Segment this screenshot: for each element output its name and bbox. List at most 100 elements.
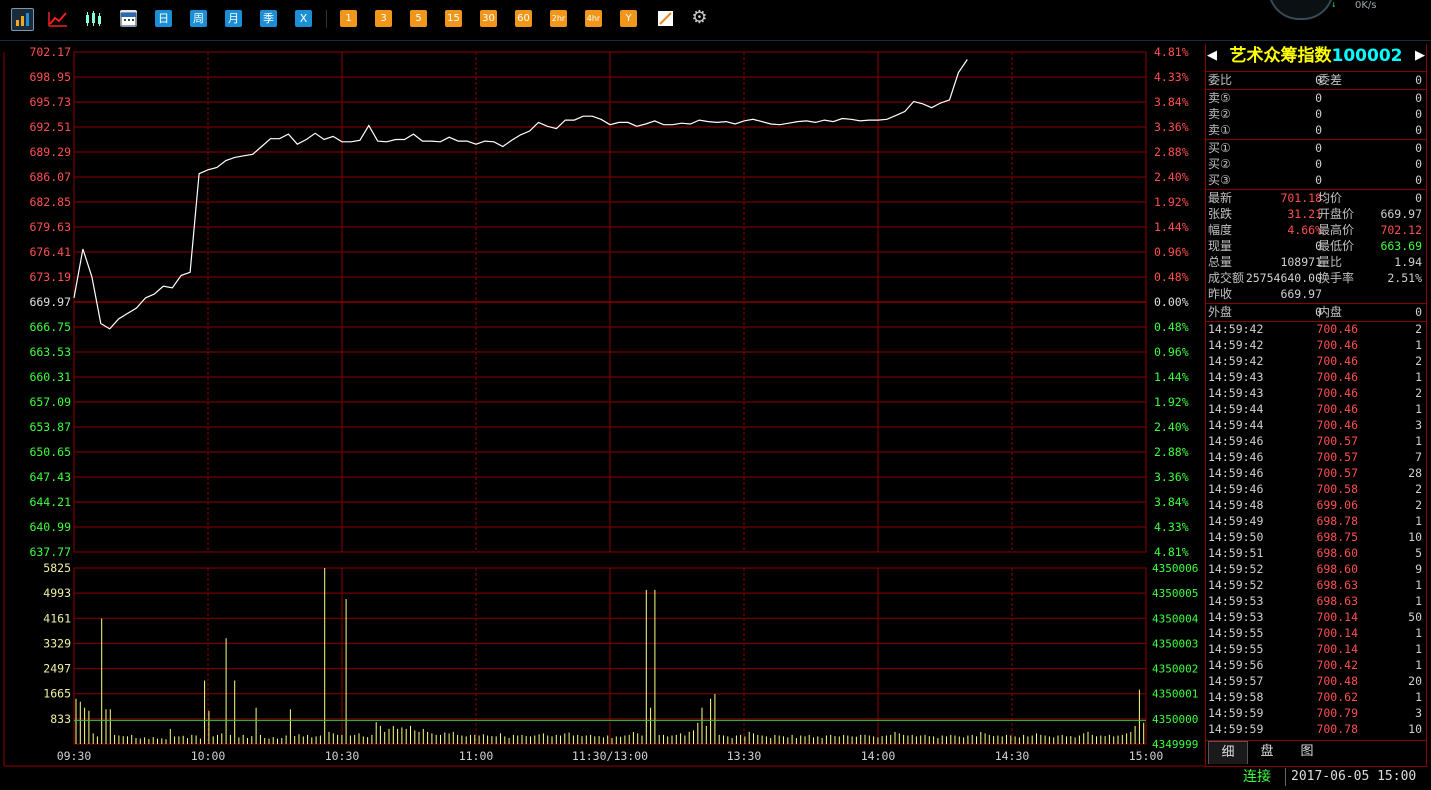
tick-volume: 1 bbox=[1415, 658, 1422, 672]
time-axis-label: 09:30 bbox=[57, 749, 92, 763]
weibi-value: 0 bbox=[1315, 73, 1322, 87]
tick-volume: 5 bbox=[1415, 546, 1422, 560]
draw-line-icon[interactable] bbox=[657, 10, 674, 27]
pct-tick-label: 0.00% bbox=[1154, 295, 1189, 309]
tick-price: 700.46 bbox=[1316, 370, 1358, 384]
period-month-button[interactable]: 月 bbox=[225, 10, 242, 27]
network-speed-label: 0K/s bbox=[1355, 0, 1377, 11]
network-speed-gauge bbox=[1268, 0, 1334, 20]
tab-chart[interactable]: 图 bbox=[1288, 741, 1326, 763]
pct-tick-label: 1.44% bbox=[1154, 220, 1189, 234]
weibi-label: 委比 bbox=[1208, 73, 1233, 87]
tick-price: 700.79 bbox=[1316, 706, 1358, 720]
tick-price: 698.60 bbox=[1316, 546, 1358, 560]
tick-price: 700.46 bbox=[1316, 386, 1358, 400]
year-button[interactable]: Y bbox=[620, 10, 637, 27]
stat-value: 25754640.00 bbox=[1245, 271, 1322, 285]
pct-tick-label: 0.96% bbox=[1154, 245, 1189, 259]
pct-tick-label: 4.33% bbox=[1154, 70, 1189, 84]
calendar-icon[interactable] bbox=[120, 10, 137, 27]
stat-value: 702.12 bbox=[1380, 223, 1422, 237]
pct-tick-label: 2.88% bbox=[1154, 445, 1189, 459]
tick-price: 700.14 bbox=[1316, 626, 1358, 640]
price-tick-label: 692.51 bbox=[29, 120, 71, 134]
price-tick-label: 660.31 bbox=[29, 370, 71, 384]
connection-status: 连接 bbox=[1243, 769, 1271, 785]
bar-chart-icon[interactable] bbox=[11, 8, 34, 31]
bid-price: 0 bbox=[1315, 141, 1322, 155]
tick-price: 700.48 bbox=[1316, 674, 1358, 688]
candlestick-icon[interactable] bbox=[84, 10, 104, 27]
price-tick-label: 686.07 bbox=[29, 170, 71, 184]
stat-value: 108971 bbox=[1280, 255, 1322, 269]
tick-price: 700.14 bbox=[1316, 610, 1358, 624]
tab-orderbook[interactable]: 盘 bbox=[1248, 741, 1286, 763]
bid-price: 0 bbox=[1315, 173, 1322, 187]
period-quarter-button[interactable]: 季 bbox=[260, 10, 277, 27]
time-axis-label: 10:30 bbox=[325, 749, 360, 763]
bid-level-label: 买③ bbox=[1208, 173, 1231, 187]
ask-price: 0 bbox=[1315, 123, 1322, 137]
price-tick-label: 666.75 bbox=[29, 320, 71, 334]
volume-right-tick-label: 4350000 bbox=[1152, 713, 1198, 726]
minute-3-button[interactable]: 3 bbox=[375, 10, 392, 27]
ask-level-label: 卖② bbox=[1208, 107, 1231, 121]
price-tick-label: 689.29 bbox=[29, 145, 71, 159]
tick-volume: 1 bbox=[1415, 434, 1422, 448]
bid-volume: 0 bbox=[1415, 157, 1422, 171]
bid-volume: 0 bbox=[1415, 141, 1422, 155]
hour-4-button[interactable]: 4hr bbox=[585, 10, 602, 27]
tick-volume: 2 bbox=[1415, 498, 1422, 512]
price-tick-label: 702.17 bbox=[29, 45, 71, 59]
stat-value: 1.94 bbox=[1394, 255, 1422, 269]
download-arrow-icon: ↓ bbox=[1331, 0, 1337, 10]
volume-right-tick-label: 4350003 bbox=[1152, 637, 1198, 650]
tick-volume: 1 bbox=[1415, 402, 1422, 416]
stat-value: 2.51% bbox=[1387, 271, 1422, 285]
price-tick-label: 657.09 bbox=[29, 395, 71, 409]
tick-volume: 2 bbox=[1415, 322, 1422, 336]
tick-price: 700.14 bbox=[1316, 642, 1358, 656]
minute-60-button[interactable]: 60 bbox=[515, 10, 532, 27]
pct-tick-label: 0.48% bbox=[1154, 270, 1189, 284]
minute-30-button[interactable]: 30 bbox=[480, 10, 497, 27]
pct-tick-label: 1.92% bbox=[1154, 395, 1189, 409]
time-axis-label: 11:30/13:00 bbox=[572, 749, 648, 763]
toolbar-divider bbox=[326, 10, 327, 28]
period-week-button[interactable]: 周 bbox=[190, 10, 207, 27]
tick-price: 700.57 bbox=[1316, 434, 1358, 448]
minute-5-button[interactable]: 5 bbox=[410, 10, 427, 27]
tick-price: 700.46 bbox=[1316, 418, 1358, 432]
tick-volume: 1 bbox=[1415, 514, 1422, 528]
line-chart-icon[interactable] bbox=[48, 10, 67, 27]
pct-tick-label: 2.88% bbox=[1154, 145, 1189, 159]
detail-tabs: 细 盘 图 bbox=[1206, 741, 1426, 765]
intraday-chart[interactable]: 702.17 4.81% 698.95 4.33% 695.73 3.84% 692.51 3… bbox=[0, 40, 1205, 770]
minute-1-button[interactable]: 1 bbox=[340, 10, 357, 27]
hour-2-button[interactable]: 2hr bbox=[550, 10, 567, 27]
bid-level-label: 买① bbox=[1208, 141, 1231, 155]
tick-volume: 1 bbox=[1415, 690, 1422, 704]
period-day-button[interactable]: 日 bbox=[155, 10, 172, 27]
tick-price: 700.46 bbox=[1316, 338, 1358, 352]
price-tick-label: 644.21 bbox=[29, 495, 71, 509]
gear-icon[interactable]: ⚙ bbox=[691, 9, 708, 27]
tick-price: 700.57 bbox=[1316, 450, 1358, 464]
tick-volume: 1 bbox=[1415, 594, 1422, 608]
ask-volume: 0 bbox=[1415, 123, 1422, 137]
pct-tick-label: 4.33% bbox=[1154, 520, 1189, 534]
time-axis-label: 14:30 bbox=[995, 749, 1030, 763]
price-tick-label: 647.43 bbox=[29, 470, 71, 484]
period-x-button[interactable]: X bbox=[295, 10, 312, 27]
minute-15-button[interactable]: 15 bbox=[445, 10, 462, 27]
tick-price: 698.63 bbox=[1316, 594, 1358, 608]
tick-price: 698.75 bbox=[1316, 530, 1358, 544]
tick-volume: 1 bbox=[1415, 578, 1422, 592]
tab-detail[interactable]: 细 bbox=[1208, 741, 1248, 764]
neipan-value: 0 bbox=[1415, 305, 1422, 319]
stat-value: 669.97 bbox=[1280, 287, 1322, 301]
tick-volume: 28 bbox=[1408, 466, 1422, 480]
price-tick-label: 679.63 bbox=[29, 220, 71, 234]
volume-right-tick-label: 4350005 bbox=[1152, 587, 1198, 600]
stat-value: 0 bbox=[1315, 239, 1322, 253]
